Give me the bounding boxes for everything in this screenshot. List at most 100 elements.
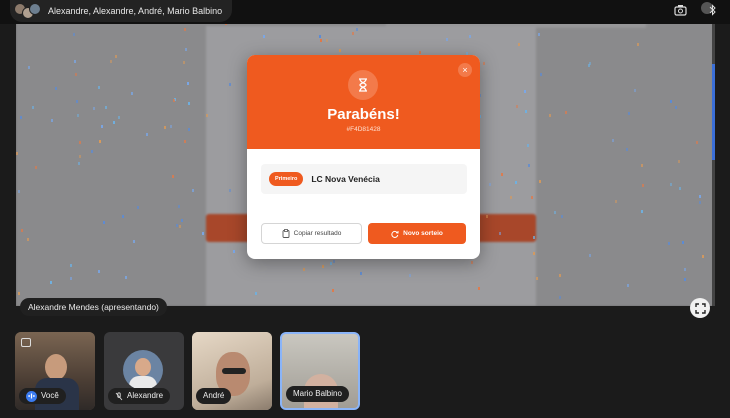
confetti-piece: [446, 38, 448, 41]
confetti-piece: [113, 121, 115, 124]
confetti-piece: [118, 116, 120, 119]
camera-flip-icon[interactable]: [21, 338, 31, 347]
scrollbar-thumb[interactable]: [712, 64, 715, 160]
tile-alexandre[interactable]: Alexandre: [104, 332, 184, 410]
close-button[interactable]: ×: [458, 63, 472, 77]
confetti-piece: [55, 87, 57, 90]
copy-result-button[interactable]: Copiar resultado: [261, 223, 362, 244]
confetti-piece: [533, 236, 535, 239]
confetti-piece: [16, 152, 18, 155]
confetti-piece: [626, 148, 628, 151]
new-draw-label: Novo sorteio: [403, 230, 443, 237]
confetti-piece: [125, 276, 127, 279]
confetti-piece: [516, 105, 518, 108]
fullscreen-button[interactable]: [690, 298, 710, 318]
confetti-piece: [181, 219, 183, 222]
confetti-piece: [499, 232, 501, 235]
confetti-piece: [184, 28, 186, 31]
confetti-piece: [538, 33, 540, 36]
confetti-piece: [206, 114, 208, 117]
confetti-piece: [634, 89, 636, 92]
confetti-piece: [615, 200, 617, 203]
confetti-piece: [518, 43, 520, 46]
confetti-piece: [77, 114, 79, 117]
confetti-piece: [539, 180, 541, 183]
confetti-piece: [79, 141, 81, 144]
confetti-piece: [684, 278, 686, 281]
confetti-piece: [489, 183, 491, 186]
confetti-piece: [76, 100, 78, 103]
confetti-piece: [339, 49, 341, 52]
confetti-piece: [229, 189, 231, 192]
confetti-piece: [93, 107, 95, 110]
confetti-piece: [170, 125, 172, 128]
tile-name: Alexandre: [127, 391, 164, 400]
confetti-piece: [229, 83, 231, 86]
confetti-piece: [187, 82, 189, 85]
confetti-piece: [115, 55, 117, 58]
draw-code: #F4D81428: [346, 126, 381, 133]
confetti-piece: [70, 277, 72, 280]
confetti-piece: [589, 254, 591, 257]
avatar: [123, 350, 163, 390]
confetti-piece: [627, 284, 629, 287]
confetti-piece: [682, 241, 684, 244]
confetti-piece: [319, 35, 321, 38]
tile-label: Mario Balbino: [286, 386, 349, 402]
confetti-piece: [105, 106, 107, 109]
confetti-piece: [188, 128, 190, 131]
confetti-piece: [699, 195, 701, 198]
tile-label: André: [196, 388, 232, 404]
presenter-label: Alexandre Mendes (apresentando): [20, 298, 167, 316]
meeting-window: Alexandre, Alexandre, André, Mario Balbi…: [0, 0, 730, 418]
participant-avatars: [14, 2, 42, 20]
confetti-piece: [524, 90, 526, 93]
confetti-piece: [122, 215, 124, 218]
confetti-piece: [73, 33, 75, 36]
person-face: [45, 354, 67, 380]
confetti-piece: [330, 262, 332, 265]
confetti-piece: [501, 173, 503, 176]
confetti-piece: [131, 92, 133, 95]
confetti-piece: [352, 32, 354, 35]
confetti-piece: [79, 155, 81, 158]
confetti-piece: [642, 184, 644, 187]
tile-mario-balbino[interactable]: Mario Balbino: [280, 332, 360, 410]
confetti-piece: [202, 232, 204, 235]
participants-pill[interactable]: Alexandre, Alexandre, André, Mario Balbi…: [10, 0, 233, 22]
camera-switch-icon[interactable]: [673, 4, 687, 18]
confetti-piece: [675, 106, 677, 109]
confetti-piece: [641, 210, 643, 213]
tile-label: Você: [19, 388, 66, 404]
confetti-piece: [91, 150, 93, 153]
confetti-piece: [172, 175, 174, 178]
confetti-piece: [18, 190, 20, 193]
confetti-piece: [486, 215, 488, 218]
confetti-piece: [554, 211, 556, 214]
confetti-piece: [699, 201, 701, 204]
confetti-piece: [332, 289, 334, 292]
confetti-piece: [75, 73, 77, 76]
confetti-piece: [176, 224, 178, 227]
confetti-piece: [164, 126, 166, 129]
confetti-piece: [409, 274, 411, 277]
tile-voce[interactable]: Você: [15, 332, 95, 410]
confetti-piece: [185, 48, 187, 51]
confetti-piece: [255, 292, 257, 295]
confetti-piece: [533, 252, 535, 255]
confetti-piece: [565, 111, 567, 114]
confetti-piece: [263, 35, 265, 38]
confetti-piece: [110, 60, 112, 63]
new-draw-button[interactable]: Novo sorteio: [368, 223, 466, 244]
confetti-piece: [684, 268, 686, 271]
confetti-piece: [70, 264, 72, 267]
hourglass-icon: [348, 70, 378, 100]
confetti-piece: [525, 110, 527, 113]
confetti-piece: [702, 255, 704, 258]
confetti-piece: [20, 116, 22, 119]
clipboard-icon: [282, 229, 290, 238]
confetti-piece: [99, 140, 101, 143]
confetti-piece: [356, 28, 358, 31]
tile-andre[interactable]: André: [192, 332, 272, 410]
confetti-piece: [668, 242, 670, 245]
